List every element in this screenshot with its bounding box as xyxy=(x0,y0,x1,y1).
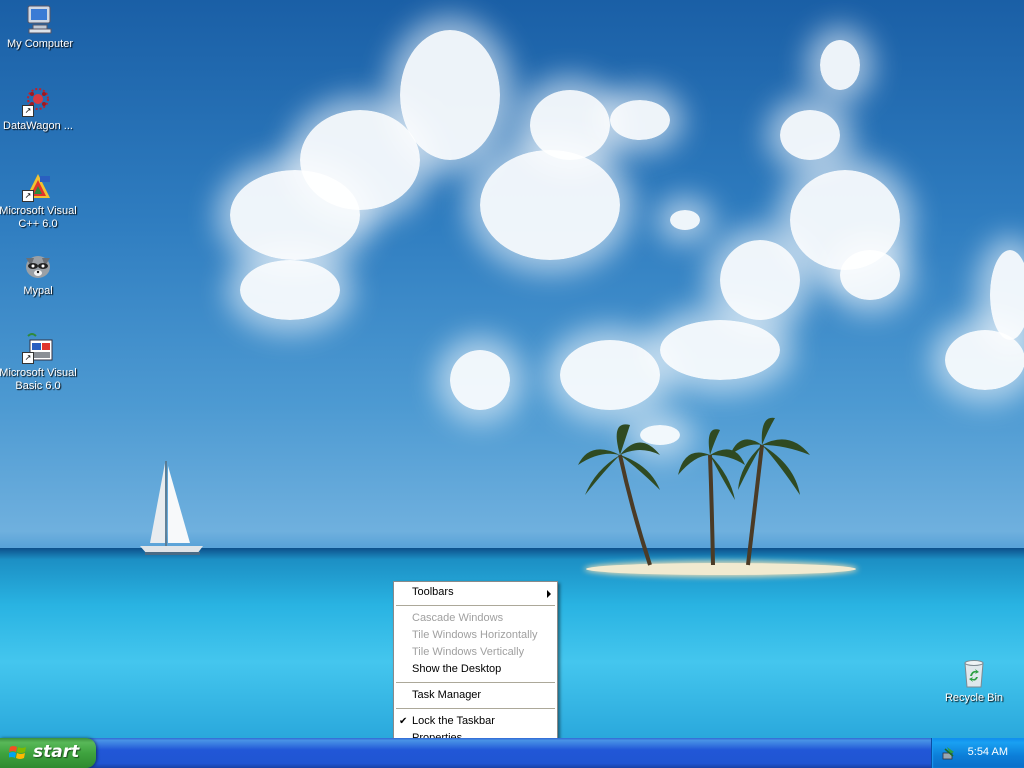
checkmark-icon: ✔ xyxy=(399,716,408,727)
menu-item-label: Show the Desktop xyxy=(412,663,502,675)
menu-item-label: Lock the Taskbar xyxy=(412,715,495,727)
desktop-icon-visual-cpp[interactable]: ↗ Microsoft Visual C++ 6.0 xyxy=(0,170,78,231)
menu-item-label: Cascade Windows xyxy=(412,612,504,624)
desktop-icon-label: Microsoft Visual C++ 6.0 xyxy=(0,205,77,230)
recycle-bin-icon xyxy=(958,657,990,689)
menu-item-tile-vertically: Tile Windows Vertically xyxy=(394,644,557,661)
taskbar-context-menu: Toolbars Cascade Windows Tile Windows Ho… xyxy=(393,581,558,750)
menu-item-show-desktop[interactable]: Show the Desktop xyxy=(394,661,557,678)
desktop-icon-label: DataWagon ... xyxy=(3,120,73,132)
menu-separator xyxy=(396,708,555,709)
desktop-icon-label: Microsoft Visual Basic 6.0 xyxy=(0,367,77,392)
menu-separator xyxy=(396,682,555,683)
clock[interactable]: 5:54 AM xyxy=(968,746,1008,758)
submenu-arrow-icon xyxy=(547,590,551,598)
menu-item-task-manager[interactable]: Task Manager xyxy=(394,687,557,704)
visual-basic-icon: ↗ xyxy=(22,332,54,364)
menu-item-toolbars[interactable]: Toolbars xyxy=(394,584,557,601)
desktop-icon-label: Recycle Bin xyxy=(944,692,1004,704)
safely-remove-hardware-icon[interactable] xyxy=(941,745,957,761)
menu-item-label: Task Manager xyxy=(412,689,482,701)
menu-item-label: Toolbars xyxy=(412,586,454,598)
system-tray: 5:54 AM xyxy=(931,738,1024,768)
menu-item-cascade-windows: Cascade Windows xyxy=(394,610,557,627)
start-label: start xyxy=(33,742,80,762)
desktop-icon-label: My Computer xyxy=(6,38,74,50)
desktop-icon-recycle-bin[interactable]: Recycle Bin xyxy=(934,657,1014,705)
visual-cpp-icon: ↗ xyxy=(22,170,54,202)
taskbar[interactable]: start 5:54 AM xyxy=(0,738,1024,768)
menu-item-label: Tile Windows Horizontally xyxy=(412,629,538,641)
start-button[interactable]: start xyxy=(0,738,96,768)
desktop-icon-visual-basic[interactable]: ↗ Microsoft Visual Basic 6.0 xyxy=(0,332,78,393)
menu-item-tile-horizontally: Tile Windows Horizontally xyxy=(394,627,557,644)
desktop-icon-mypal[interactable]: Mypal xyxy=(0,250,78,298)
menu-item-lock-taskbar[interactable]: ✔ Lock the Taskbar xyxy=(394,713,557,730)
my-computer-icon xyxy=(24,3,56,35)
menu-separator xyxy=(396,605,555,606)
desktop-icon-my-computer[interactable]: My Computer xyxy=(0,3,80,51)
menu-item-label: Tile Windows Vertically xyxy=(412,646,525,658)
mypal-icon xyxy=(22,250,54,282)
datawagon-icon: ↗ xyxy=(22,85,54,117)
windows-logo-icon xyxy=(9,746,26,759)
desktop-icon-label: Mypal xyxy=(23,285,53,297)
desktop-icon-datawagon[interactable]: ↗ DataWagon ... xyxy=(0,85,78,133)
